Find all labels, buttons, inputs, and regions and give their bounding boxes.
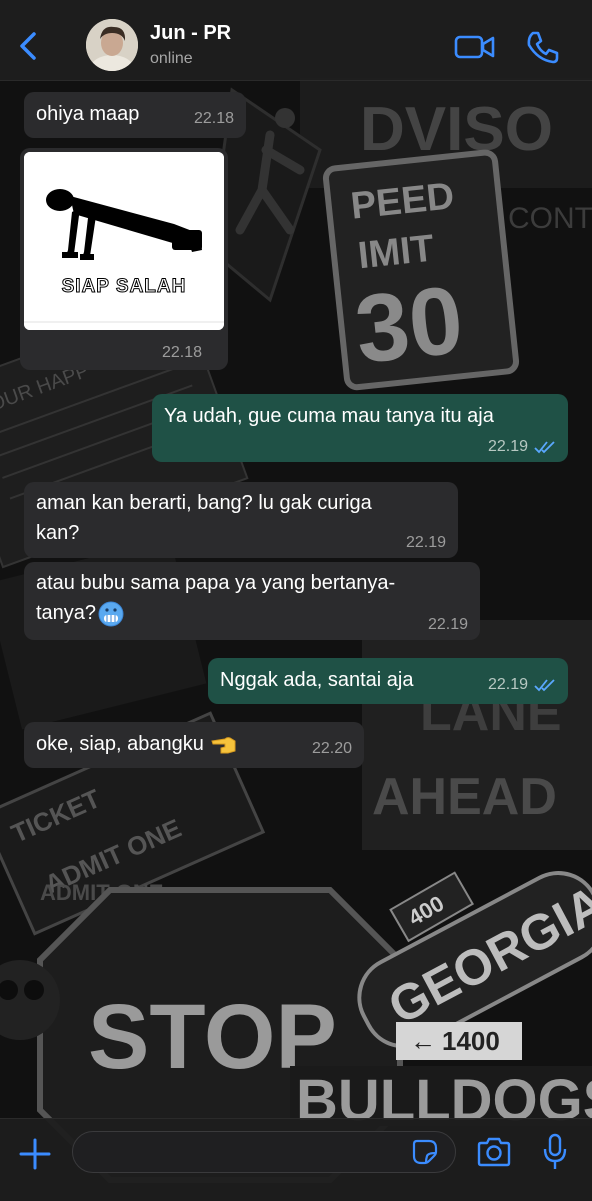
message-bubble-incoming[interactable]: ohiya maap 22.18 — [24, 92, 246, 138]
svg-text:30: 30 — [350, 266, 467, 384]
contact-name[interactable]: Jun - PR — [150, 22, 231, 45]
message-time: 22.19 — [487, 676, 528, 693]
message-text: aman kan berarti, bang? lu gak curiga ka… — [36, 492, 372, 544]
cold-face-emoji — [98, 601, 124, 627]
message-time: 22.19 — [487, 438, 528, 455]
message-time-status: 22.19 — [488, 676, 556, 694]
back-chevron-icon[interactable] — [12, 26, 44, 66]
message-bubble-incoming[interactable]: aman kan berarti, bang? lu gak curiga ka… — [24, 482, 458, 558]
attach-plus-icon[interactable] — [18, 1137, 52, 1171]
message-text: oke, siap, abangku — [36, 733, 204, 755]
pushup-meme-image[interactable]: SIAP SALAH — [24, 152, 224, 330]
composer-bar — [0, 1118, 592, 1201]
camera-icon[interactable] — [476, 1137, 512, 1167]
microphone-icon[interactable] — [542, 1133, 568, 1171]
message-text-wrap: oke, siap, abangku — [36, 728, 352, 760]
wallpaper-lane-ahead-sign: LANE AHEAD — [362, 620, 592, 850]
message-input[interactable] — [72, 1131, 456, 1173]
message-time: 22.19 — [427, 616, 468, 633]
message-bubble-outgoing[interactable]: Nggak ada, santai aja 22.19 — [208, 658, 568, 704]
contact-status: online — [150, 50, 193, 67]
backhand-index-pointing-left-emoji — [211, 736, 236, 754]
wallpaper-speed-limit-sign: PEED IMIT 30 — [322, 149, 520, 391]
read-double-check-icon — [534, 679, 555, 692]
svg-text:CONT: CONT — [508, 202, 592, 235]
svg-text:1400: 1400 — [442, 1026, 500, 1056]
image-caption-text: SIAP SALAH — [61, 276, 187, 298]
message-bubble-incoming[interactable]: atau bubu sama papa ya yang bertanya- ta… — [24, 562, 480, 640]
message-time: 22.18 — [162, 344, 203, 361]
message-image-bubble[interactable]: SIAP SALAH 22.18 — [20, 148, 228, 370]
sticker-icon[interactable] — [412, 1139, 438, 1165]
message-time-status: 22.19 — [488, 438, 556, 456]
message-text-wrap: atau bubu sama papa ya yang bertanya- ta… — [36, 568, 468, 628]
message-time: 22.18 — [193, 110, 234, 127]
read-double-check-icon — [534, 441, 555, 454]
message-bubble-outgoing[interactable]: Ya udah, gue cuma mau tanya itu aja 22.1… — [152, 394, 568, 462]
contact-avatar[interactable] — [86, 19, 138, 71]
chat-header: Jun - PR online — [0, 0, 592, 81]
svg-text:AHEAD: AHEAD — [372, 768, 557, 826]
svg-text:←: ← — [410, 1026, 436, 1056]
message-text: Ya udah, gue cuma mau tanya itu aja — [164, 405, 494, 427]
phone-call-icon[interactable] — [524, 28, 562, 66]
message-bubble-incoming[interactable]: oke, siap, abangku 22.20 — [24, 722, 364, 768]
message-time: 22.19 — [405, 534, 446, 551]
wallpaper-route-1400: ← 1400 — [396, 1022, 522, 1060]
message-text: atau bubu sama papa ya yang bertanya- ta… — [36, 572, 396, 624]
video-call-icon[interactable] — [454, 30, 496, 64]
message-time: 22.20 — [311, 740, 352, 757]
